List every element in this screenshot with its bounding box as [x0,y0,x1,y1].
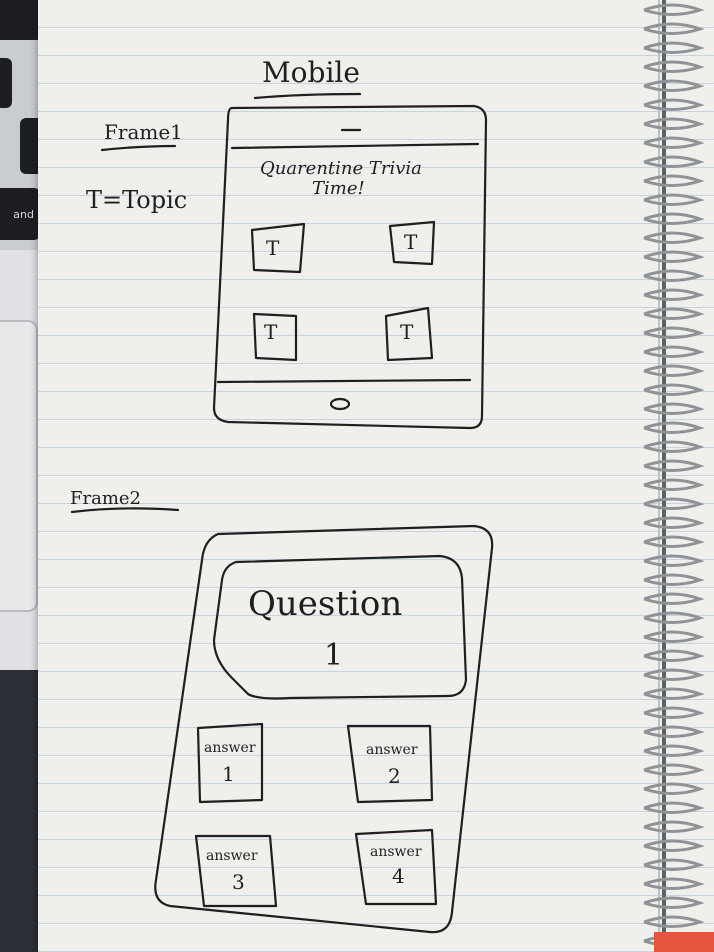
answer-2-line2: 2 [388,764,401,788]
red-cover-corner [654,932,714,952]
question-line2: 1 [324,638,344,673]
spiral-ring [643,155,705,168]
frame1-label-underline [100,144,177,152]
mobile-heading: Mobile [262,56,360,89]
spiral-ring [643,668,705,681]
spiral-ring [643,193,705,206]
topic-tile-2-label: T [404,230,418,254]
spiral-ring [643,592,705,605]
spiral-ring [643,326,705,339]
heading-underline [253,92,362,100]
spiral-ring [643,744,705,757]
question-line1: Question [248,584,403,624]
spiral-ring [643,440,705,453]
answer-1-line2: 1 [222,762,235,786]
frame1-bottom-bar [216,378,472,384]
spiral-ring [643,250,705,263]
spiral-ring [643,269,705,282]
frame1-top-bar [230,142,480,150]
spiral-ring [643,516,705,529]
answer-4-line1: answer [370,844,422,860]
spiral-ring [643,3,705,16]
spiral-ring [643,22,705,35]
spiral-ring [643,364,705,377]
spiral-ring [643,839,705,852]
frame1-label: Frame1 [104,120,183,144]
frame1-home-button [329,397,351,411]
spiral-ring [643,896,705,909]
spiral-ring [643,877,705,890]
topic-tile-3-label: T [264,320,278,344]
spiral-ring [643,858,705,871]
spiral-ring [643,459,705,472]
spiral-ring [643,174,705,187]
spiral-ring [643,136,705,149]
spiral-ring [643,345,705,358]
topic-tile-1-label: T [266,236,280,260]
frame2-label: Frame2 [70,488,141,509]
spiral-ring [643,801,705,814]
topic-legend: T=Topic [86,186,188,214]
answer-3-line2: 3 [232,870,245,894]
spiral-ring [643,41,705,54]
spiral-ring [643,497,705,510]
spiral-ring [643,79,705,92]
spiral-ring [643,307,705,320]
question-box [212,554,468,700]
spiral-ring [643,98,705,111]
spiral-ring [643,554,705,567]
answer-2-line1: answer [366,742,418,758]
spiral-ring [643,820,705,833]
spiral-ring [643,60,705,73]
answer-3-line1: answer [206,848,258,864]
spiral-ring [643,763,705,776]
spiral-ring [643,706,705,719]
notebook-spiral [643,3,705,947]
spiral-ring [643,288,705,301]
answer-1-line1: answer [204,740,256,756]
spiral-ring [643,402,705,415]
spiral-ring [643,117,705,130]
spiral-ring [643,687,705,700]
spiral-ring [643,782,705,795]
spiral-ring [643,649,705,662]
frame1-title-line1: Quarentine Trivia [260,158,422,179]
spiral-ring [643,573,705,586]
spiral-ring [643,611,705,624]
spiral-ring [643,725,705,738]
spiral-ring [643,535,705,548]
spiral-ring [643,630,705,643]
spiral-ring [643,915,705,928]
spiral-ring [643,383,705,396]
answer-4-line2: 4 [392,864,405,888]
spiral-ring [643,212,705,225]
frame1-title-line2: Time! [312,178,365,199]
spiral-ring [643,421,705,434]
spiral-ring [643,478,705,491]
spiral-ring [643,231,705,244]
topic-tile-4-label: T [400,320,414,344]
